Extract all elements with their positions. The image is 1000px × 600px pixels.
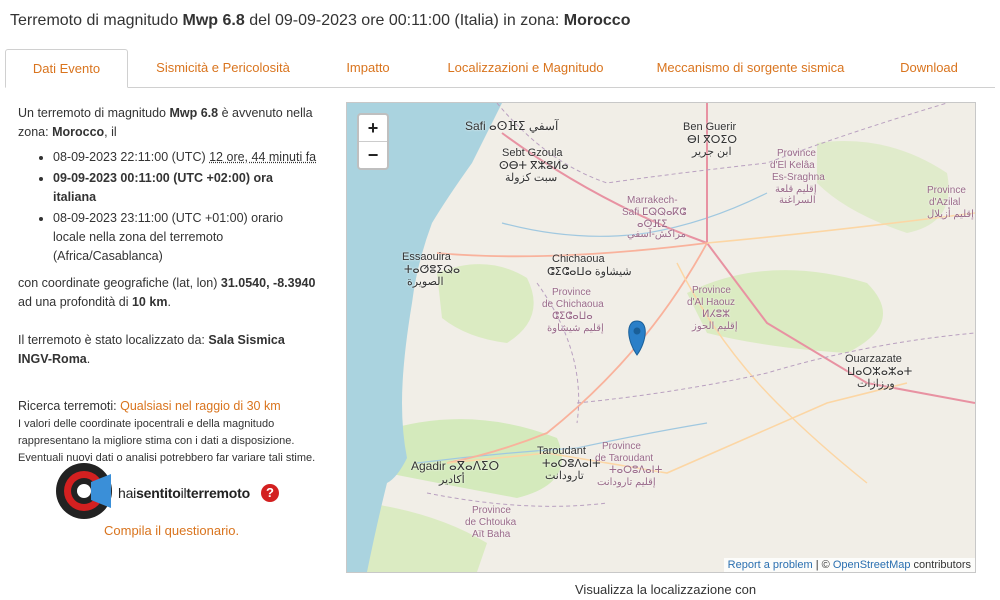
map-label-chtouka: Province [472, 505, 511, 516]
map-label-marrakech-4: مراكش-آسفي [627, 229, 687, 240]
map-label-kelaa: Province [777, 148, 816, 159]
map-label-agadir: Agadir ⴰⴳⴰⴷⵉⵔ [411, 459, 500, 473]
coords-value: 31.0540, -8.3940 [220, 276, 316, 290]
map-label-sebt: Sebt Gzoula [502, 147, 563, 159]
hsit-wordmark: haisentitoilterremoto [118, 485, 250, 501]
hsit-b: sentito [136, 485, 181, 501]
map-label-haouz: Province [692, 285, 731, 296]
title-text-2: del 09-09-2023 ore 00:11:00 (Italia) in … [244, 12, 564, 29]
map-label-prov-taroudant-3: ⵜⴰⵔⵓⴷⴰⵏⵜ [609, 465, 663, 476]
search-radius-link[interactable]: Qualsiasi nel raggio di 30 km [120, 399, 281, 413]
tab-download[interactable]: Download [868, 49, 990, 87]
map-label-azilal: Province [927, 185, 966, 196]
map-label-prov-chichaoua-3: ⵛⵉⵛⴰⵡⴰ [552, 311, 593, 322]
map-label-ouarzazate: Ouarzazate [845, 353, 902, 365]
tab-dati-evento[interactable]: Dati Evento [5, 49, 128, 88]
map-label-taroudant: Taroudant [537, 445, 586, 457]
hsit-d: terremoto [186, 485, 250, 501]
hsit-logo-icon [56, 463, 112, 519]
map-label-essaouira-3: الصويرة [407, 276, 444, 288]
map-attribution: Report a problem | © OpenStreetMap contr… [723, 558, 975, 572]
map-caption: Visualizza la localizzazione con [575, 582, 757, 597]
map-label-chichaoua: Chichaoua [552, 253, 605, 265]
located-by-text: Il terremoto è stato localizzato da: [18, 333, 209, 347]
map-label-prov-chichaoua: Province [552, 287, 591, 298]
intro-text-3: , il [104, 125, 117, 139]
attribution-contributors: contributors [910, 559, 971, 571]
attribution-separator: | © [812, 559, 833, 571]
map-label-taroudant-3: تارودانت [545, 470, 584, 482]
event-map[interactable]: + − Safi ⴰⵙⴼⵉ آسفي Ben Guerir ⴱⵏ ⴳⵔⵉⵔ اب… [346, 102, 976, 573]
time-italy-value: 09-09-2023 00:11:00 (UTC +02:00) ora ita… [53, 171, 273, 204]
map-label-agadir-2: أكادير [439, 474, 465, 486]
map-label-sebt-3: سبت كزولة [505, 172, 558, 184]
questionnaire-link[interactable]: Compila il questionario. [104, 523, 239, 538]
map-label-kelaa-5: السراغنة [779, 195, 816, 206]
help-icon[interactable]: ? [261, 484, 279, 502]
intro-text: Un terremoto di magnitudo [18, 106, 170, 120]
map-label-haouz-2: d'Al Haouz [687, 297, 736, 308]
search-label: Ricerca terremoti: [18, 399, 121, 413]
report-problem-link[interactable]: Report a problem [728, 559, 813, 571]
map-label-benguerir-3: ابن جرير [692, 146, 732, 158]
event-intro: Un terremoto di magnitudo Mwp 6.8 è avve… [18, 104, 318, 142]
located-by-text-2: . [86, 352, 91, 366]
time-italy: 09-09-2023 00:11:00 (UTC +02:00) ora ita… [53, 169, 318, 207]
time-utc-value: 08-09-2023 22:11:00 (UTC) [53, 150, 210, 164]
map-label-prov-taroudant: Province [602, 441, 641, 452]
map-label-azilal-2: d'Azilal [929, 197, 961, 208]
tab-localizzazioni[interactable]: Localizzazioni e Magnitudo [418, 49, 633, 87]
map-label-haouz-3: ⵍⵃⵓⵣ [702, 309, 730, 320]
event-info-panel: Un terremoto di magnitudo Mwp 6.8 è avve… [18, 104, 318, 467]
map-label-kelaa-2: d'El Kelâa [770, 160, 815, 171]
map-label-ouarzazate-3: ورزازات [857, 378, 895, 390]
map-label-safi: Safi ⴰⵙⴼⵉ آسفي [465, 119, 559, 133]
zoom-control: + − [357, 113, 389, 170]
tab-bar: Dati Evento Sismicità e Pericolosità Imp… [5, 49, 995, 88]
time-utc: 08-09-2023 22:11:00 (UTC) 12 ore, 44 min… [53, 148, 318, 167]
map-tiles [347, 103, 975, 572]
map-label-benguerir: Ben Guerir [683, 121, 737, 133]
map-label-haouz-4: إقليم الحوز [692, 321, 738, 332]
zoom-out-button[interactable]: − [359, 141, 387, 168]
title-zone: Morocco [563, 12, 631, 29]
time-local: 08-09-2023 23:11:00 (UTC +01:00) orario … [53, 209, 318, 266]
coords-text-3: . [167, 295, 171, 309]
hsit-a: hai [118, 485, 137, 501]
depth-value: 10 km [131, 295, 168, 309]
event-times-list: 08-09-2023 22:11:00 (UTC) 12 ore, 44 min… [18, 148, 318, 266]
zoom-in-button[interactable]: + [359, 115, 387, 141]
map-label-marrakech-2: Safi ⵎⵕⵕⴰⴽⵛ [622, 207, 687, 218]
search-earthquakes: Ricerca terremoti: Qualsiasi nel raggio … [18, 397, 318, 416]
map-label-azilal-3: إقليم أزيلال [927, 209, 974, 220]
osm-link[interactable]: OpenStreetMap [833, 559, 911, 571]
event-coordinates: con coordinate geografiche (lat, lon) 31… [18, 274, 318, 312]
intro-zone: Morocco [52, 125, 105, 139]
disclaimer-note: I valori delle coordinate ipocentrali e … [18, 418, 316, 464]
map-label-marrakech: Marrakech- [627, 195, 678, 206]
coords-text-2: ad una profondità di [18, 295, 132, 309]
event-located-by: Il terremoto è stato localizzato da: Sal… [18, 331, 318, 369]
map-label-prov-chichaoua-4: إقليم شيشاوة [547, 323, 604, 334]
tab-impatto[interactable]: Impatto [318, 49, 418, 87]
map-label-chtouka-3: Aït Baha [472, 529, 511, 540]
map-label-prov-chichaoua-2: de Chichaoua [542, 299, 604, 310]
map-label-chichaoua-2: ⵛⵉⵛⴰⵡⴰ شيشاوة [547, 266, 632, 278]
title-text: Terremoto di magnitudo [10, 12, 183, 29]
map-label-prov-taroudant-2: de Taroudant [595, 453, 654, 464]
map-label-prov-taroudant-4: إقليم تارودانت [597, 477, 656, 488]
tab-meccanismo[interactable]: Meccanismo di sorgente sismica [633, 49, 868, 87]
hai-sentito-banner[interactable]: haisentitoilterremoto ? [55, 462, 285, 522]
tab-sismicita[interactable]: Sismicità e Pericolosità [128, 49, 318, 87]
title-magnitude: Mwp 6.8 [182, 12, 245, 29]
map-label-chtouka-2: de Chtouka [465, 517, 517, 528]
map-label-kelaa-4: إقليم قلعة [775, 184, 817, 195]
time-ago: 12 ore, 44 minuti fa [209, 150, 317, 164]
page-title: Terremoto di magnitudo Mwp 6.8 del 09-09… [10, 12, 630, 30]
intro-magnitude: Mwp 6.8 [169, 106, 219, 120]
time-local-value: 08-09-2023 23:11:00 (UTC +01:00) orario … [53, 211, 284, 263]
coords-text: con coordinate geografiche (lat, lon) [18, 276, 221, 290]
map-label-essaouira: Essaouira [402, 251, 451, 263]
map-label-kelaa-3: Es-Sraghna [772, 172, 825, 183]
